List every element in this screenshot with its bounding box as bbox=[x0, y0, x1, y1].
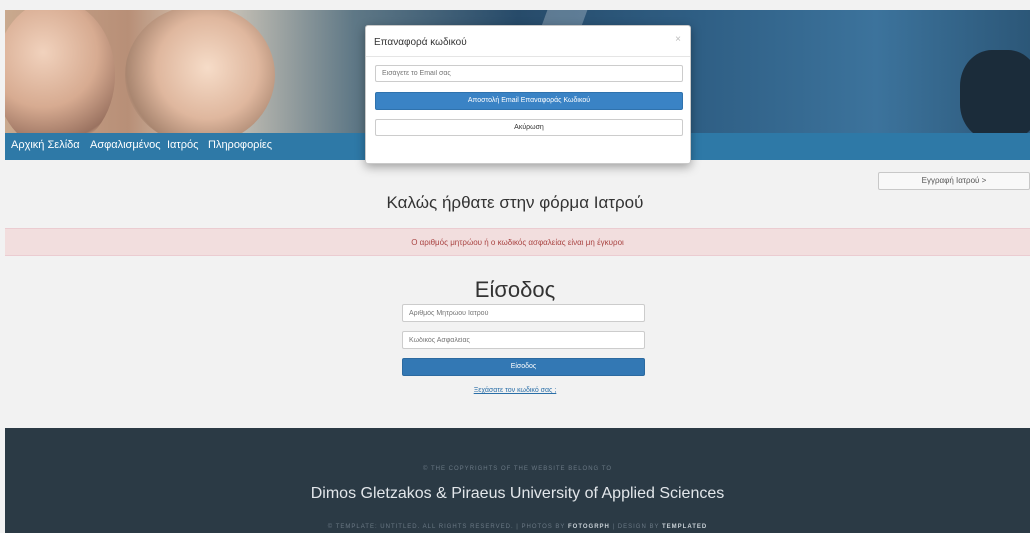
modal-divider bbox=[366, 56, 690, 57]
cancel-button[interactable]: Ακύρωση bbox=[375, 119, 683, 136]
footer-owner: Dimos Gletzakos & Piraeus University of … bbox=[310, 485, 725, 502]
close-icon[interactable]: × bbox=[675, 34, 681, 45]
banner-person-2 bbox=[125, 10, 275, 133]
nav-item-insured[interactable]: Ασφαλισμένος bbox=[90, 139, 161, 151]
email-input[interactable] bbox=[375, 65, 683, 82]
forgot-password-link[interactable]: Ξεχάσατε τον κωδικό σας ; bbox=[0, 387, 1030, 394]
footer: © THE COPYRIGHTS OF THE WEBSITE BELONG T… bbox=[5, 428, 1030, 533]
footer-copyright: © THE COPYRIGHTS OF THE WEBSITE BELONG T… bbox=[422, 466, 612, 472]
footer-credits: © TEMPLATE: UNTITLED. ALL RIGHTS RESERVE… bbox=[5, 524, 1030, 530]
banner-person-1 bbox=[5, 10, 115, 133]
login-title: Είσοδος bbox=[474, 277, 556, 302]
banner-dark-shape bbox=[960, 50, 1030, 133]
footer-design-link[interactable]: TEMPLATED bbox=[662, 524, 707, 530]
nav-item-home[interactable]: Αρχική Σελίδα bbox=[11, 139, 80, 151]
nav-item-doctor[interactable]: Ιατρός bbox=[167, 139, 198, 151]
nav-item-info[interactable]: Πληροφορίες bbox=[208, 139, 272, 151]
register-doctor-button[interactable]: Εγγραφή Ιατρού > bbox=[878, 172, 1030, 190]
modal-title: Επαναφορά κωδικού bbox=[374, 37, 467, 48]
footer-credits-prefix: © TEMPLATE: UNTITLED. ALL RIGHTS RESERVE… bbox=[327, 524, 568, 530]
security-code-input[interactable] bbox=[402, 331, 645, 349]
send-reset-email-button[interactable]: Αποστολή Email Επαναφοράς Κωδικού bbox=[375, 92, 683, 110]
page-title: Καλώς ήρθατε στην φόρμα Ιατρού bbox=[386, 193, 644, 212]
login-button[interactable]: Είσοδος bbox=[402, 358, 645, 376]
registry-number-input[interactable] bbox=[402, 304, 645, 322]
footer-photos-link[interactable]: FOTOGRPH bbox=[568, 524, 610, 530]
footer-credits-mid: | DESIGN BY bbox=[609, 524, 663, 530]
error-alert: Ο αριθμός μητρώου ή ο κωδικός ασφαλείας … bbox=[5, 228, 1030, 256]
reset-password-modal: Επαναφορά κωδικού × Αποστολή Email Επανα… bbox=[365, 25, 691, 164]
